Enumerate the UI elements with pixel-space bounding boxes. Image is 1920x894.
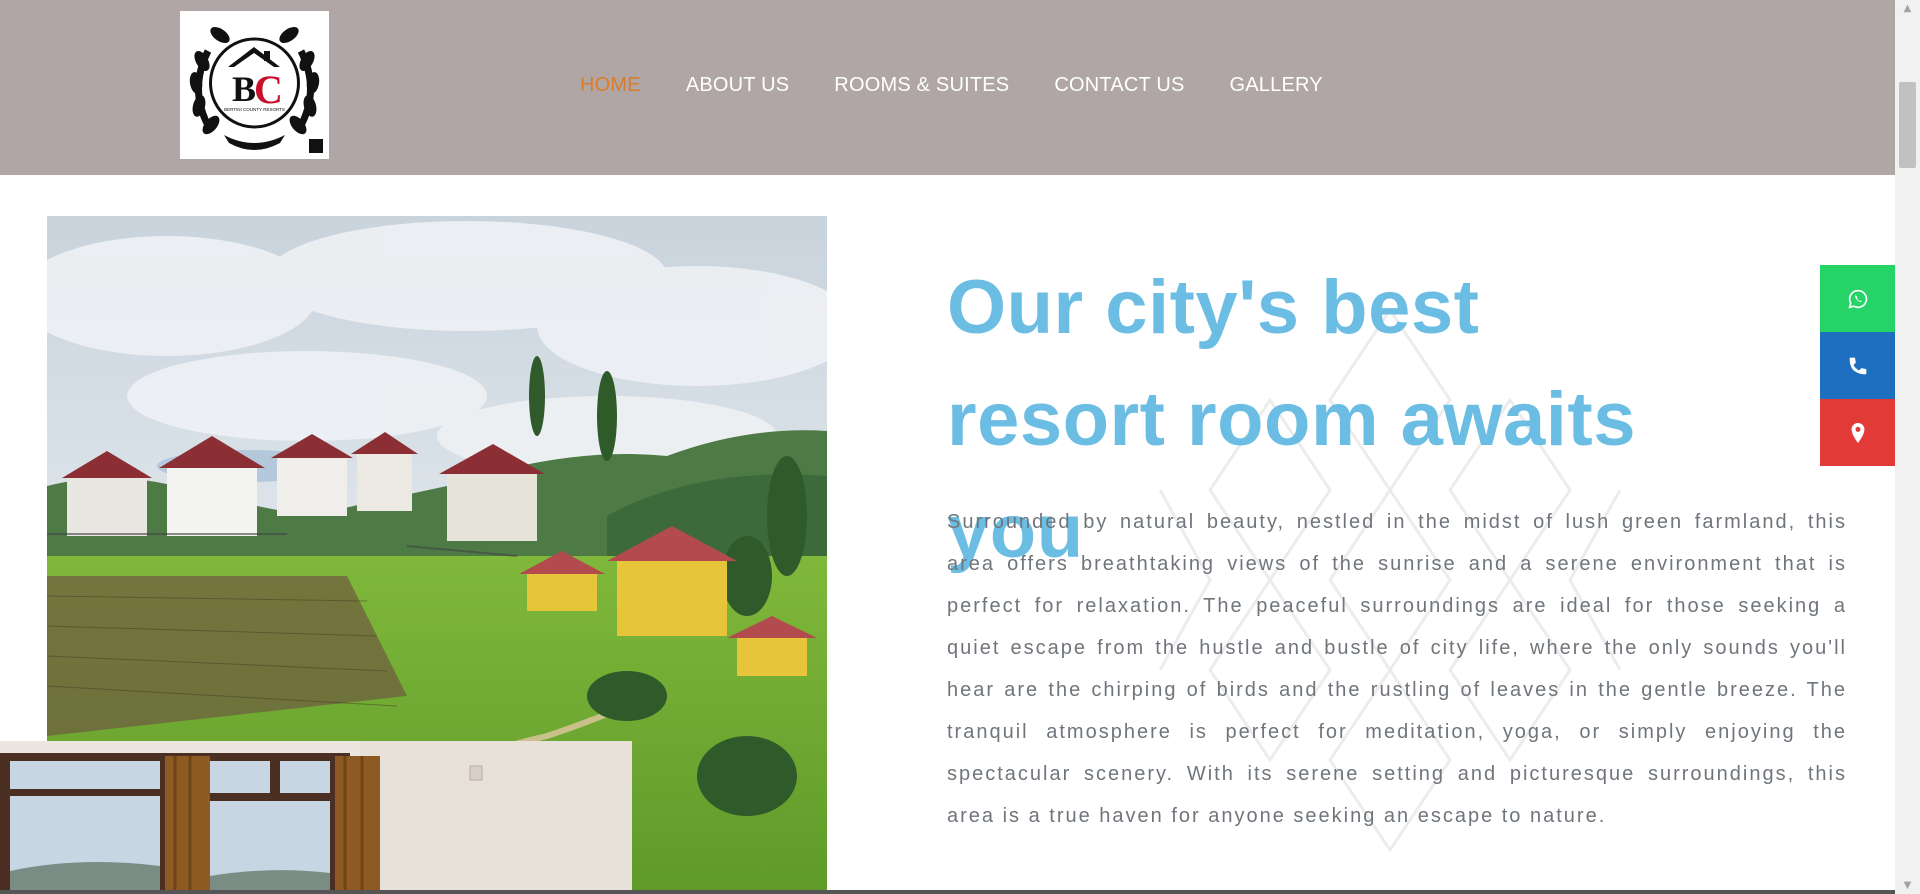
logo-emblem: B C BERTINI COUNTY RESORTS — [189, 27, 323, 153]
nav-home[interactable]: HOME — [580, 70, 641, 100]
site-logo[interactable]: B C BERTINI COUNTY RESORTS — [180, 11, 329, 159]
scroll-up-arrow-icon[interactable]: ▲ — [1895, 0, 1920, 17]
phone-button[interactable] — [1820, 332, 1895, 399]
location-button[interactable] — [1820, 399, 1895, 466]
main-nav: HOME ABOUT US ROOMS & SUITES CONTACT US … — [580, 70, 1368, 100]
site-header: B C BERTINI COUNTY RESORTS HOME ABOUT US… — [0, 0, 1895, 175]
nav-rooms-suites[interactable]: ROOMS & SUITES — [834, 70, 1009, 100]
page-scrollbar[interactable]: ▲ ▼ — [1895, 0, 1920, 894]
page-bottom-edge — [0, 890, 1895, 894]
whatsapp-icon — [1848, 289, 1867, 308]
logo-letter-b: B — [232, 69, 256, 109]
logo-letter-c: C — [254, 67, 283, 112]
hero-paragraph: Surrounded by natural beauty, nestled in… — [947, 511, 1847, 827]
scroll-down-arrow-icon[interactable]: ▼ — [1895, 877, 1920, 894]
logo-caption: BERTINI COUNTY RESORTS — [224, 107, 285, 112]
whatsapp-button[interactable] — [1820, 265, 1895, 332]
room-interior-photo — [0, 741, 632, 894]
nav-gallery[interactable]: GALLERY — [1230, 70, 1323, 100]
phone-icon — [1849, 357, 1866, 374]
nav-about-us[interactable]: ABOUT US — [686, 70, 789, 100]
scroll-thumb[interactable] — [1899, 82, 1916, 168]
location-pin-icon — [1851, 422, 1864, 443]
nav-contact-us[interactable]: CONTACT US — [1054, 70, 1184, 100]
